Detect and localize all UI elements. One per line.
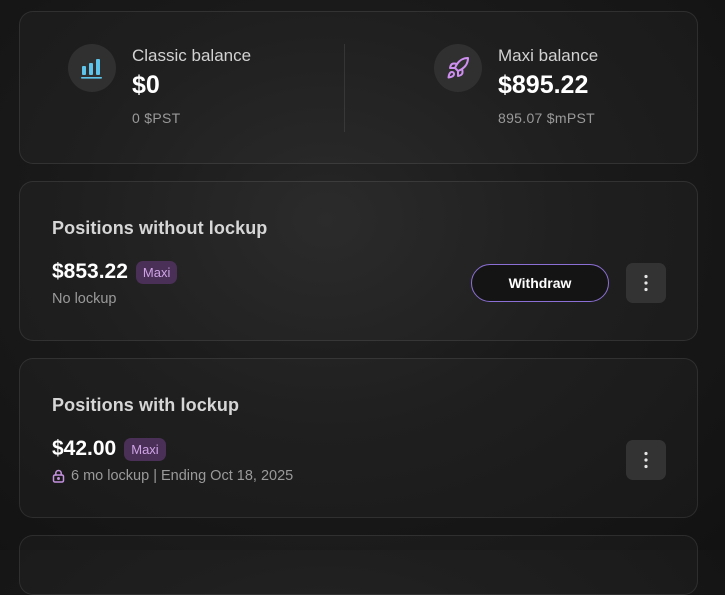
classic-balance-sub: 0 $PST — [132, 110, 181, 126]
maxi-balance-label: Maxi balance — [498, 46, 599, 65]
maxi-balance-value: $895.22 — [498, 71, 589, 99]
positions-with-lockup-card: Positions with lockup $42.00 Maxi 6 mo l… — [19, 358, 698, 518]
lockup-status-text: No lockup — [52, 291, 117, 307]
rocket-icon — [434, 44, 482, 92]
lockup-info: 6 mo lockup | Ending Oct 18, 2025 — [52, 468, 293, 484]
maxi-balance-text: Maxi balance $895.22 895.07 $mPST — [498, 44, 598, 127]
balance-card: Classic balance $0 0 $PST Maxi balance $… — [19, 11, 698, 164]
classic-balance: Classic balance $0 0 $PST — [68, 44, 251, 127]
classic-balance-label: Classic balance — [132, 46, 252, 65]
more-vertical-icon — [644, 274, 648, 292]
more-options-button[interactable] — [626, 440, 666, 480]
next-card-partial — [19, 535, 698, 595]
balance-divider — [344, 44, 345, 132]
position-amount-row: $42.00 Maxi — [52, 437, 166, 461]
more-options-button[interactable] — [626, 263, 666, 303]
positions-without-lockup-card: Positions without lockup $853.22 Maxi No… — [19, 181, 698, 341]
lockup-status: No lockup — [52, 291, 116, 307]
more-vertical-icon — [644, 451, 648, 469]
maxi-tag: Maxi — [124, 437, 166, 461]
withdraw-button[interactable]: Withdraw — [471, 264, 609, 302]
maxi-balance: Maxi balance $895.22 895.07 $mPST — [434, 44, 598, 127]
bar-chart-icon — [68, 44, 116, 92]
position-amount-row: $853.22 Maxi — [52, 260, 178, 284]
classic-balance-value: $0 — [132, 71, 160, 99]
position-amount: $42.00 — [52, 437, 117, 460]
position-amount: $853.22 — [52, 260, 128, 283]
section-title: Positions without lockup — [52, 218, 268, 238]
section-title: Positions with lockup — [52, 395, 240, 415]
maxi-tag: Maxi — [135, 260, 178, 284]
lockup-info-text: 6 mo lockup | Ending Oct 18, 2025 — [71, 468, 294, 484]
classic-balance-text: Classic balance $0 0 $PST — [132, 44, 251, 127]
maxi-balance-sub: 895.07 $mPST — [498, 110, 595, 126]
lock-icon — [52, 469, 65, 483]
